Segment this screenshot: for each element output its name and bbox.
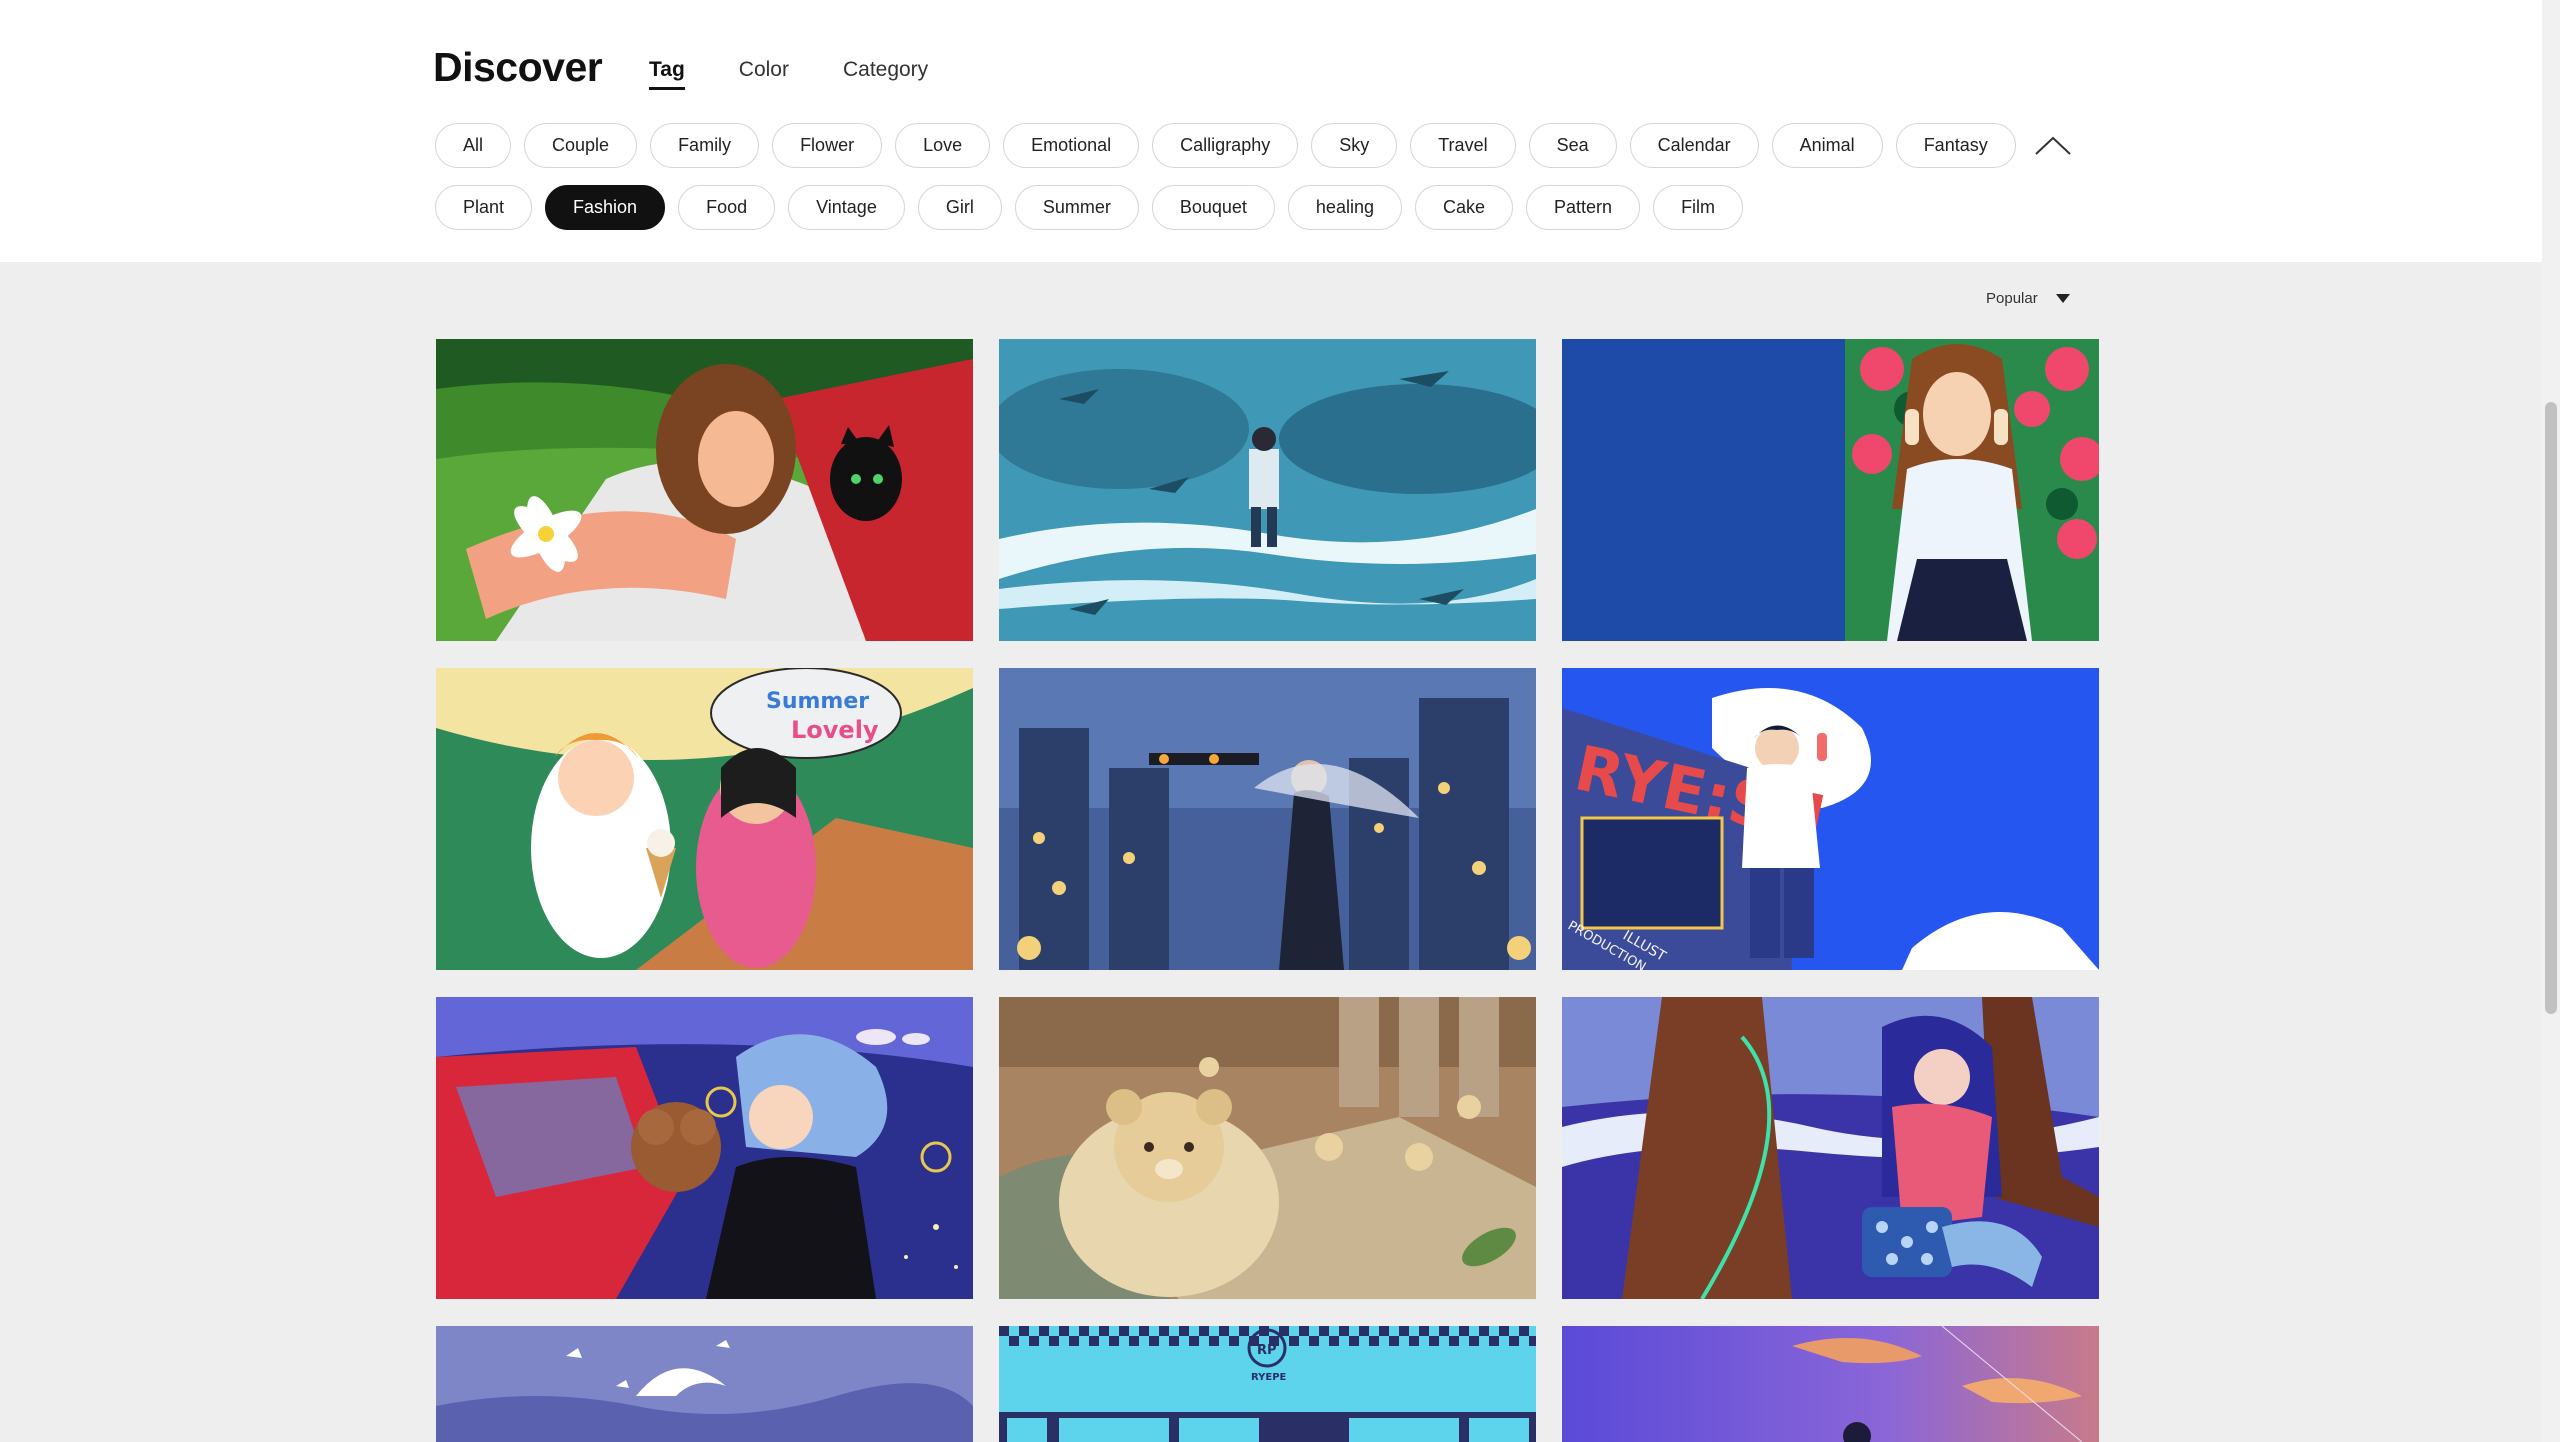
- tag-couple[interactable]: Couple: [524, 123, 638, 168]
- logo-badge-rp: RP: [1257, 1343, 1277, 1358]
- caret-down-icon: [2055, 294, 2070, 303]
- tag-row-1: All Couple Family Flower Love Emotional …: [435, 123, 2073, 168]
- gallery-item-girl-poodle-car[interactable]: [436, 997, 973, 1299]
- tag-family[interactable]: Family: [650, 123, 760, 168]
- collapse-tags-button[interactable]: [2033, 123, 2073, 168]
- tag-calendar[interactable]: Calendar: [1629, 123, 1759, 168]
- gallery-item-wave-birds[interactable]: [436, 1326, 973, 1442]
- illustration-rain-umbrella-city: [999, 668, 1536, 970]
- tag-flower[interactable]: Flower: [772, 123, 883, 168]
- gallery-item-ryepe-pattern[interactable]: RP RYEPE: [999, 1326, 1536, 1442]
- logo-text-ryepe: RYEPE: [1251, 1372, 1287, 1383]
- illustration-ryepe-pattern: RP RYEPE: [999, 1326, 1536, 1442]
- illustration-girl-tree-suitcase: [1562, 997, 2099, 1299]
- tag-sea[interactable]: Sea: [1528, 123, 1617, 168]
- filter-tabs: Tag Color Category: [649, 58, 982, 90]
- sign-text-summer: Summer: [766, 689, 869, 714]
- illustration-bears-library: [999, 997, 1536, 1299]
- tag-bouquet[interactable]: Bouquet: [1151, 185, 1275, 230]
- tag-row-2: Plant Fashion Food Vintage Girl Summer B…: [435, 185, 1756, 230]
- gallery-item-girl-tree-suitcase[interactable]: [1562, 997, 2099, 1299]
- tag-cake[interactable]: Cake: [1414, 185, 1514, 230]
- illustration-wave-birds: [436, 1326, 973, 1442]
- tag-emotional[interactable]: Emotional: [1003, 123, 1140, 168]
- tag-fashion[interactable]: Fashion: [545, 185, 666, 230]
- chevron-up-icon: [2035, 136, 2071, 155]
- tag-film[interactable]: Film: [1653, 185, 1744, 230]
- illustration-girls-icecream: Summer Lovely: [436, 668, 973, 970]
- tag-plant[interactable]: Plant: [435, 185, 533, 230]
- gallery-item-sea-boy-sharks[interactable]: [999, 339, 1536, 641]
- filter-header: Discover Tag Color Category All Couple F…: [0, 0, 2542, 262]
- illustration-girl-poodle-car: [436, 997, 973, 1299]
- sort-dropdown[interactable]: Popular: [1986, 290, 2070, 307]
- gallery-item-schoolgirl-headphones[interactable]: [1562, 339, 2099, 641]
- tag-healing[interactable]: healing: [1287, 185, 1402, 230]
- tag-travel[interactable]: Travel: [1410, 123, 1516, 168]
- tag-food[interactable]: Food: [678, 185, 776, 230]
- gallery-item-girl-car-cat[interactable]: [436, 339, 973, 641]
- gallery-item-sunset-sky[interactable]: [1562, 1326, 2099, 1442]
- illustration-girl-car-cat: [436, 339, 973, 641]
- illustration-sea-boy-sharks: [999, 339, 1536, 641]
- tab-category[interactable]: Category: [843, 58, 928, 90]
- tag-fantasy[interactable]: Fantasy: [1895, 123, 2016, 168]
- gallery-item-girls-icecream[interactable]: Summer Lovely: [436, 668, 973, 970]
- tag-vintage[interactable]: Vintage: [788, 185, 905, 230]
- sign-text-lovely: Lovely: [791, 716, 879, 744]
- tag-all[interactable]: All: [435, 123, 512, 168]
- gallery-item-rain-umbrella-city[interactable]: [999, 668, 1536, 970]
- tag-summer[interactable]: Summer: [1014, 185, 1139, 230]
- sort-label: Popular: [1986, 290, 2038, 307]
- tab-color[interactable]: Color: [739, 58, 789, 90]
- page-title: Discover: [433, 44, 603, 90]
- tag-sky[interactable]: Sky: [1311, 123, 1398, 168]
- gallery-item-rye-sn-popsicle[interactable]: RYE:SN ILLUST PRODUCTION: [1562, 668, 2099, 970]
- tag-love[interactable]: Love: [895, 123, 991, 168]
- gallery-item-bears-library[interactable]: [999, 997, 1536, 1299]
- tag-calligraphy[interactable]: Calligraphy: [1152, 123, 1299, 168]
- illustration-sunset-sky: [1562, 1326, 2099, 1442]
- scrollbar-thumb[interactable]: [2545, 402, 2557, 1014]
- tab-tag[interactable]: Tag: [649, 58, 685, 90]
- tag-girl[interactable]: Girl: [917, 185, 1002, 230]
- illustration-schoolgirl-headphones: [1562, 339, 2099, 641]
- illustration-rye-sn-popsicle: RYE:SN ILLUST PRODUCTION: [1562, 668, 2099, 970]
- tag-pattern[interactable]: Pattern: [1526, 185, 1641, 230]
- tag-animal[interactable]: Animal: [1771, 123, 1883, 168]
